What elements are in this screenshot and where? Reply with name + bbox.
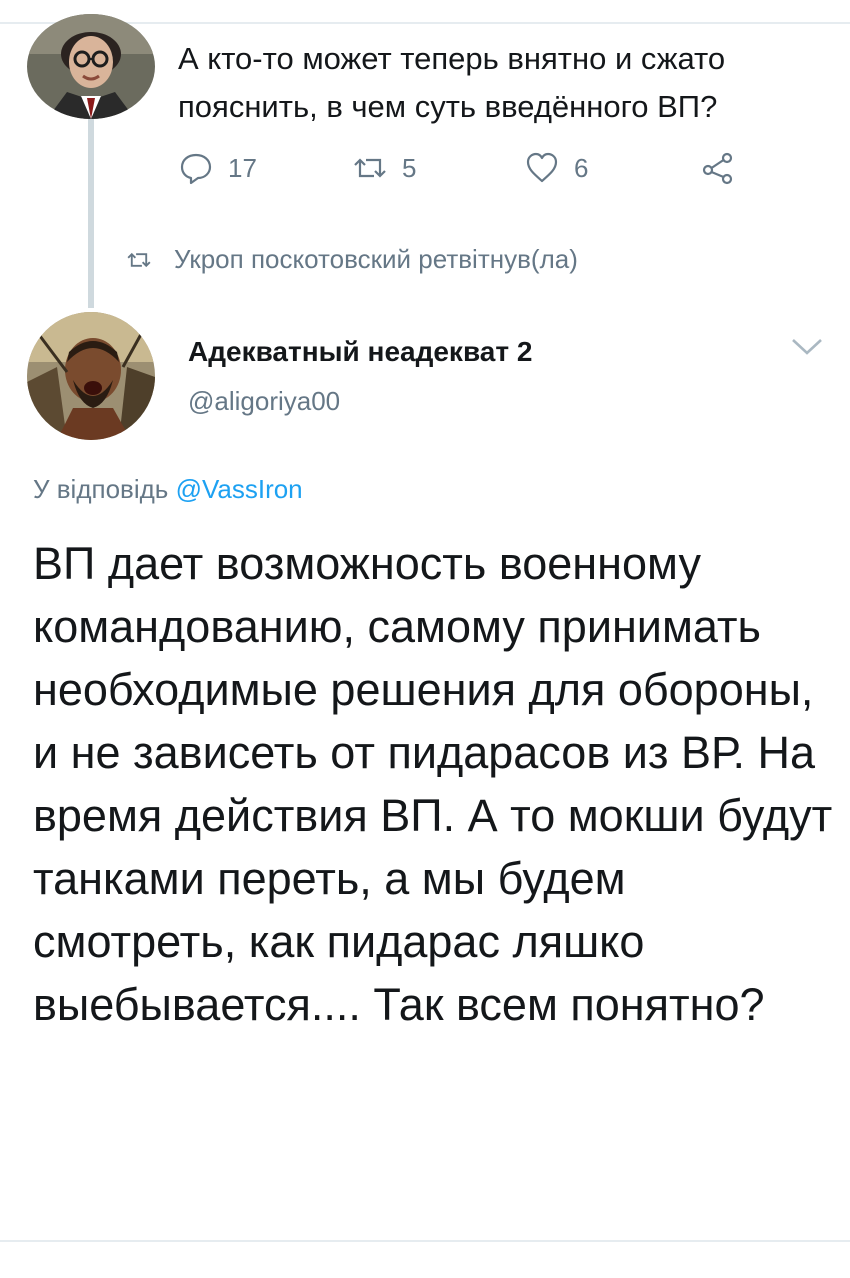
retweet-notice-text: Укроп поскотовский ретвітнув(ла) — [174, 244, 578, 274]
previous-tweet-text: А кто-то может теперь внятно и сжато поя… — [178, 41, 726, 124]
bottom-divider — [0, 1240, 850, 1242]
chevron-down-icon[interactable] — [790, 336, 824, 358]
previous-tweet-avatar[interactable] — [27, 14, 155, 119]
like-count: 6 — [574, 152, 589, 183]
retweet-small-icon — [127, 252, 151, 267]
retweet-notice[interactable]: Укроп поскотовский ретвітнув(ла) — [126, 244, 578, 275]
share-icon — [702, 152, 733, 185]
reply-icon — [180, 153, 212, 185]
avatar-image — [27, 312, 155, 440]
previous-tweet-actions: 17 5 6 — [0, 150, 850, 200]
reply-prefix: У відповідь — [33, 474, 176, 504]
avatar-image — [27, 14, 155, 119]
retweet-icon — [354, 158, 386, 178]
retweet-count: 5 — [402, 152, 417, 183]
reply-mention-link[interactable]: @VassIron — [176, 474, 303, 504]
like-icon — [526, 152, 558, 183]
like-button[interactable]: 6 — [524, 150, 588, 186]
retweet-button[interactable]: 5 — [352, 150, 416, 186]
reply-count: 17 — [228, 152, 257, 183]
author-handle[interactable]: @aligoriya00 — [188, 386, 340, 417]
share-button[interactable] — [700, 150, 736, 186]
author-avatar[interactable] — [27, 312, 155, 440]
tweet-body-text: ВП дает возможность военному командовани… — [33, 538, 833, 1030]
author-name[interactable]: Адекватный неадекват 2 — [188, 336, 532, 368]
reply-button[interactable]: 17 — [178, 150, 257, 186]
thread-connector-line — [88, 118, 94, 308]
reply-context: У відповідь @VassIron — [33, 474, 303, 505]
